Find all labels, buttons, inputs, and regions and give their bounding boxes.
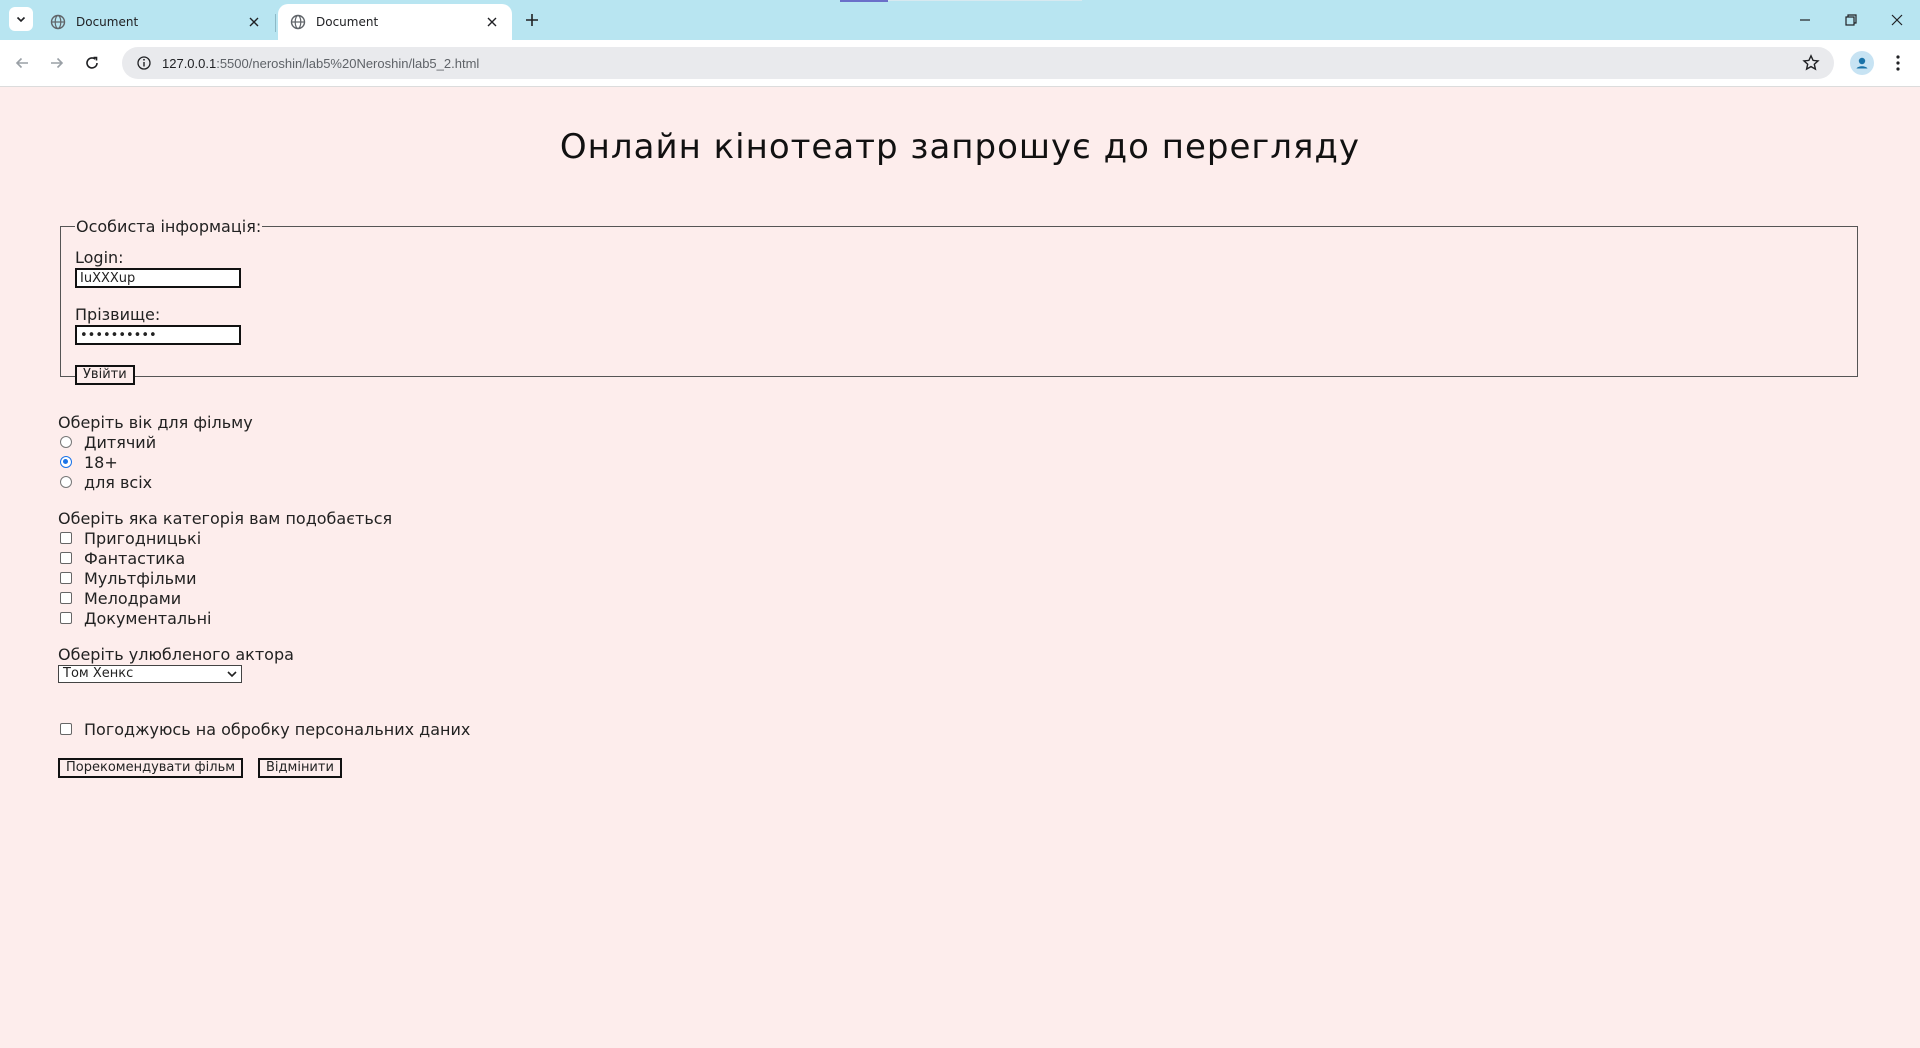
site-info-icon[interactable] <box>136 55 152 71</box>
restore-button[interactable] <box>1828 0 1874 40</box>
tab-search-button[interactable] <box>9 7 33 31</box>
tab-strip-accent-secondary <box>888 0 1082 1</box>
reload-button[interactable] <box>80 51 104 75</box>
checkbox-consent[interactable] <box>60 723 72 735</box>
new-tab-button[interactable] <box>520 8 544 32</box>
chevron-down-icon <box>16 16 26 23</box>
tab-title: Document <box>316 15 379 29</box>
actor-select-value: Том Хенкс <box>63 666 134 681</box>
login-input[interactable] <box>75 268 241 288</box>
checkbox-melodrama[interactable] <box>60 592 72 604</box>
radio-18plus[interactable] <box>60 456 72 468</box>
globe-icon <box>50 14 66 30</box>
browser-menu-button[interactable] <box>1886 51 1910 75</box>
tab-document-1[interactable]: Document <box>38 4 274 40</box>
chevron-down-icon <box>227 671 237 678</box>
actor-select[interactable]: Том Хенкс <box>58 665 242 683</box>
surname-password-input[interactable] <box>75 325 241 345</box>
restore-icon <box>1845 14 1857 26</box>
checkbox-scifi[interactable] <box>60 552 72 564</box>
minimize-button[interactable] <box>1782 0 1828 40</box>
minimize-icon <box>1800 19 1810 21</box>
page-content: Онлайн кінотеатр запрошує до перегляду О… <box>0 87 1920 1048</box>
age-option-kids[interactable]: Дитячий <box>60 432 156 452</box>
browser-toolbar: 127.0.0.1:5500/neroshin/lab5%20Neroshin/… <box>0 40 1920 87</box>
radio-kids[interactable] <box>60 436 72 448</box>
personal-info-fieldset: Особиста інформація: Login: Прізвище: Ув… <box>60 217 1858 385</box>
tab-title: Document <box>76 15 139 29</box>
reload-icon <box>86 56 98 69</box>
category-option-scifi[interactable]: Фантастика <box>60 548 185 568</box>
globe-icon <box>290 14 306 30</box>
category-option-label: Мультфільми <box>84 568 197 588</box>
tab-strip: Document Document <box>0 0 1920 40</box>
close-icon[interactable] <box>484 14 500 30</box>
close-icon[interactable] <box>246 14 262 30</box>
arrow-right-icon <box>51 57 64 69</box>
close-icon <box>1891 14 1903 26</box>
close-window-button[interactable] <box>1874 0 1920 40</box>
surname-label: Прізвище: <box>75 305 161 324</box>
cancel-button[interactable]: Відмінити <box>258 758 342 778</box>
category-option-label: Пригодницькі <box>84 528 202 548</box>
actor-section-title: Оберіть улюбленого актора <box>58 645 294 664</box>
personal-info-legend: Особиста інформація: <box>76 217 262 236</box>
profile-button[interactable] <box>1850 51 1874 75</box>
tab-strip-accent <box>840 0 888 2</box>
checkbox-cartoons[interactable] <box>60 572 72 584</box>
tab-document-2[interactable]: Document <box>278 4 512 40</box>
category-option-cartoons[interactable]: Мультфільми <box>60 568 197 588</box>
more-vert-icon <box>1896 55 1900 71</box>
url-path: :5500/neroshin/lab5%20Neroshin/lab5_2.ht… <box>216 55 480 71</box>
address-bar[interactable]: 127.0.0.1:5500/neroshin/lab5%20Neroshin/… <box>122 47 1834 79</box>
category-option-label: Фантастика <box>84 548 186 568</box>
category-option-label: Документальні <box>84 608 212 628</box>
consent-option[interactable]: Погоджуюсь на обробку персональних даних <box>60 719 470 739</box>
radio-all[interactable] <box>60 476 72 488</box>
age-option-label: для всіх <box>84 472 153 492</box>
back-button[interactable] <box>10 51 34 75</box>
plus-icon <box>526 14 538 26</box>
category-option-label: Мелодрами <box>84 588 182 608</box>
forward-button[interactable] <box>45 51 69 75</box>
avatar-icon <box>1853 54 1871 72</box>
page-title: Онлайн кінотеатр запрошує до перегляду <box>559 127 1361 167</box>
arrow-left-icon <box>15 57 28 69</box>
category-option-documentary[interactable]: Документальні <box>60 608 211 628</box>
bookmark-star-icon[interactable] <box>1802 54 1820 72</box>
age-option-label: 18+ <box>84 452 118 472</box>
age-option-all[interactable]: для всіх <box>60 472 152 492</box>
login-label: Login: <box>75 248 124 267</box>
age-option-label: Дитячий <box>84 432 157 452</box>
checkbox-documentary[interactable] <box>60 612 72 624</box>
category-section-title: Оберіть яка категорія вам подобається <box>58 509 393 528</box>
recommend-film-button[interactable]: Порекомендувати фільм <box>58 758 244 778</box>
tab-divider <box>275 14 276 32</box>
age-option-18plus[interactable]: 18+ <box>60 452 118 472</box>
url-text: 127.0.0.1:5500/neroshin/lab5%20Neroshin/… <box>162 56 479 71</box>
url-host: 127.0.0.1 <box>162 55 217 71</box>
login-submit-button[interactable]: Увійти <box>75 365 135 385</box>
category-option-adventure[interactable]: Пригодницькі <box>60 528 201 548</box>
category-option-melodrama[interactable]: Мелодрами <box>60 588 181 608</box>
consent-label: Погоджуюсь на обробку персональних даних <box>84 719 471 739</box>
checkbox-adventure[interactable] <box>60 532 72 544</box>
age-section-title: Оберіть вік для фільму <box>58 413 253 432</box>
